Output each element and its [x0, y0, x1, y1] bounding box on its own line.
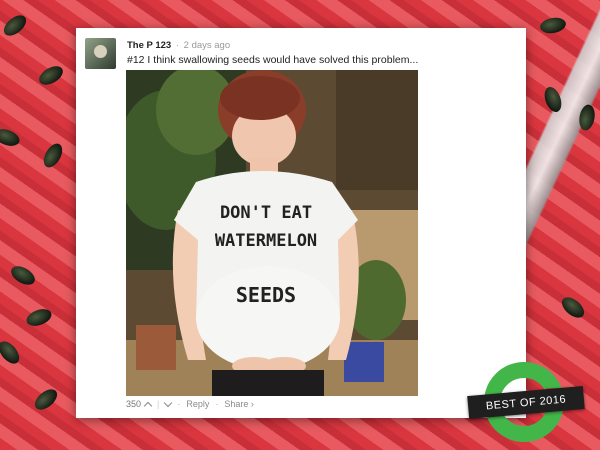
action-separator: ·: [215, 399, 219, 409]
chevron-up-icon[interactable]: [143, 401, 153, 410]
share-button[interactable]: Share ›: [224, 399, 254, 409]
reply-button[interactable]: Reply: [186, 399, 209, 409]
comment-text: #12 I think swallowing seeds would have …: [127, 54, 419, 66]
shirt-line-1: DON'T EAT: [220, 203, 312, 223]
shirt-line-3: SEEDS: [236, 283, 296, 307]
vote-count: 350: [126, 399, 142, 409]
photo-illustration: DON'T EAT WATERMELON SEEDS: [126, 70, 418, 396]
comment-card: The P 123 · 2 days ago #12 I think swall…: [76, 28, 526, 418]
comment-actions: 350 | · Reply · Share ›: [126, 398, 254, 410]
chevron-down-icon[interactable]: [164, 398, 173, 407]
comment-meta: The P 123 · 2 days ago: [127, 40, 230, 51]
avatar[interactable]: [85, 38, 116, 69]
meta-separator: ·: [175, 40, 179, 51]
timestamp[interactable]: 2 days ago: [184, 40, 230, 51]
action-separator: ·: [177, 399, 181, 409]
post-photo[interactable]: DON'T EAT WATERMELON SEEDS: [126, 70, 418, 396]
shirt-line-2: WATERMELON: [215, 231, 317, 251]
vote-divider: |: [157, 399, 160, 409]
username[interactable]: The P 123: [127, 40, 171, 51]
